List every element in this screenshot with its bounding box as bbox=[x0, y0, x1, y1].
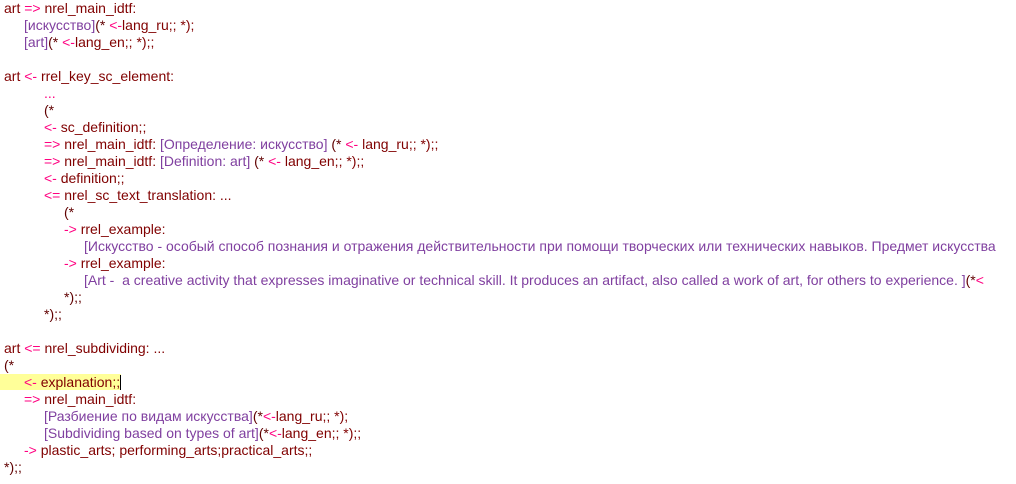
operator-token: <- bbox=[262, 408, 276, 424]
operator-token: => bbox=[44, 153, 65, 169]
punctuation-token: (* bbox=[965, 272, 976, 288]
code-token: lang_en;; *);; bbox=[74, 34, 155, 50]
code-token: definition;; bbox=[60, 170, 125, 186]
code-line[interactable]: [art](* <-lang_en;; *);; bbox=[4, 34, 1016, 51]
code-line[interactable]: => nrel_main_idtf: [Определение: искусст… bbox=[4, 136, 1016, 153]
code-line[interactable]: [Art - a creative activity that expresse… bbox=[4, 272, 1016, 289]
punctuation-token: *);; bbox=[4, 459, 22, 475]
code-token: art bbox=[4, 340, 25, 356]
operator-token: < bbox=[975, 272, 984, 288]
punctuation-token: *);; bbox=[44, 306, 62, 322]
string-token: [искусство] bbox=[24, 17, 96, 33]
code-token: rrel_example: bbox=[80, 255, 166, 271]
operator-token: <- bbox=[62, 34, 75, 50]
code-editor[interactable]: art => nrel_main_idtf: [искусство](* <-la… bbox=[0, 0, 1016, 476]
code-token: lang_ru;; *); bbox=[122, 17, 195, 33]
code-token: plastic_arts; performing_arts;practical_… bbox=[40, 442, 313, 458]
code-line[interactable]: -> plastic_arts; performing_arts;practic… bbox=[4, 442, 1016, 459]
punctuation-token: (* bbox=[250, 153, 269, 169]
punctuation-token: (* bbox=[327, 136, 346, 152]
code-token: nrel_main_idtf: bbox=[44, 0, 137, 16]
string-token: [Art - a creative activity that expresse… bbox=[84, 272, 966, 288]
operator-token: <- bbox=[24, 68, 41, 84]
code-line[interactable]: => nrel_main_idtf: bbox=[4, 391, 1016, 408]
code-line[interactable]: art <= nrel_subdividing: ... bbox=[4, 340, 1016, 357]
code-line[interactable]: <- sc_definition;; bbox=[4, 119, 1016, 136]
code-line[interactable]: (* bbox=[4, 204, 1016, 221]
operator-token: => bbox=[24, 0, 45, 16]
code-token: sc_definition;; bbox=[60, 119, 147, 135]
punctuation-token: (* bbox=[48, 34, 63, 50]
code-token: lang_ru;; *); bbox=[275, 408, 349, 424]
operator-token: <= bbox=[24, 340, 45, 356]
code-token: rrel_example: bbox=[80, 221, 166, 237]
operator-token: => bbox=[24, 391, 45, 407]
punctuation-token: (* bbox=[252, 408, 263, 424]
code-line[interactable]: art => nrel_main_idtf: bbox=[4, 0, 1016, 17]
code-line[interactable]: *);; bbox=[4, 289, 1016, 306]
operator-token: -> bbox=[64, 255, 81, 271]
operator-token: <- bbox=[44, 119, 61, 135]
string-token: [art] bbox=[24, 34, 49, 50]
code-line[interactable]: [Subdividing based on types of art](*<-l… bbox=[4, 425, 1016, 442]
operator-token: <- bbox=[109, 17, 123, 33]
punctuation-token: (* bbox=[64, 204, 75, 220]
operator-token: -> bbox=[24, 442, 41, 458]
code-line[interactable]: [Искусство - особый способ познания и от… bbox=[4, 238, 1016, 255]
code-line[interactable]: <- definition;; bbox=[4, 170, 1016, 187]
code-token: art bbox=[4, 0, 25, 16]
code-token: nrel_main_idtf: bbox=[64, 136, 160, 152]
operator-token: <- bbox=[345, 136, 363, 152]
code-token: nrel_sc_text_translation: ... bbox=[64, 187, 232, 203]
code-line[interactable]: *);; bbox=[4, 459, 1016, 476]
code-line[interactable]: (* bbox=[4, 102, 1016, 119]
code-token: rrel_key_sc_element: bbox=[40, 68, 175, 84]
string-token: [Искусство - особый способ познания и от… bbox=[84, 238, 996, 254]
code-token: lang_en;; *);; bbox=[284, 153, 365, 169]
operator-token: <- bbox=[268, 153, 285, 169]
code-line[interactable]: <= nrel_sc_text_translation: ... bbox=[4, 187, 1016, 204]
string-token: [Subdividing based on types of art] bbox=[44, 425, 259, 441]
code-line[interactable]: -> rrel_example: bbox=[4, 221, 1016, 238]
code-line[interactable]: *);; bbox=[4, 306, 1016, 323]
string-token: [Разбиение по видам искусства] bbox=[44, 408, 253, 424]
code-line[interactable]: => nrel_main_idtf: [Definition: art] (* … bbox=[4, 153, 1016, 170]
text-cursor bbox=[120, 375, 122, 390]
code-token: art bbox=[4, 68, 25, 84]
string-token: [Definition: art] bbox=[159, 153, 251, 169]
operator-token: ... bbox=[44, 85, 56, 101]
code-line[interactable]: ... bbox=[4, 85, 1016, 102]
code-line[interactable]: [Разбиение по видам искусства](*<-lang_r… bbox=[4, 408, 1016, 425]
punctuation-token: (* bbox=[4, 357, 15, 373]
code-token: nrel_main_idtf: bbox=[44, 391, 137, 407]
operator-token: -> bbox=[64, 221, 81, 237]
code-token: explanation;; bbox=[40, 374, 121, 390]
operator-token: <- bbox=[44, 170, 61, 186]
code-line[interactable]: art <- rrel_key_sc_element: bbox=[4, 68, 1016, 85]
code-line[interactable]: (* bbox=[4, 357, 1016, 374]
punctuation-token: (* bbox=[44, 102, 55, 118]
code-token: nrel_main_idtf: bbox=[64, 153, 160, 169]
code-line[interactable]: <- explanation;; bbox=[0, 374, 1016, 391]
operator-token: => bbox=[44, 136, 65, 152]
operator-token: <= bbox=[44, 187, 65, 203]
code-line[interactable]: [искусство](* <-lang_ru;; *); bbox=[4, 17, 1016, 34]
operator-token: <- bbox=[268, 425, 282, 441]
code-token: nrel_subdividing: ... bbox=[44, 340, 166, 356]
punctuation-token: (* bbox=[95, 17, 110, 33]
code-line[interactable] bbox=[4, 323, 1016, 340]
code-token: lang_en;; *);; bbox=[281, 425, 362, 441]
code-line[interactable] bbox=[4, 51, 1016, 68]
punctuation-token: (* bbox=[258, 425, 269, 441]
punctuation-token: *);; bbox=[64, 289, 82, 305]
operator-token: <- bbox=[24, 374, 41, 390]
code-line[interactable]: -> rrel_example: bbox=[4, 255, 1016, 272]
string-token: [Определение: искусство] bbox=[159, 136, 328, 152]
code-token: lang_ru;; *);; bbox=[362, 136, 439, 152]
